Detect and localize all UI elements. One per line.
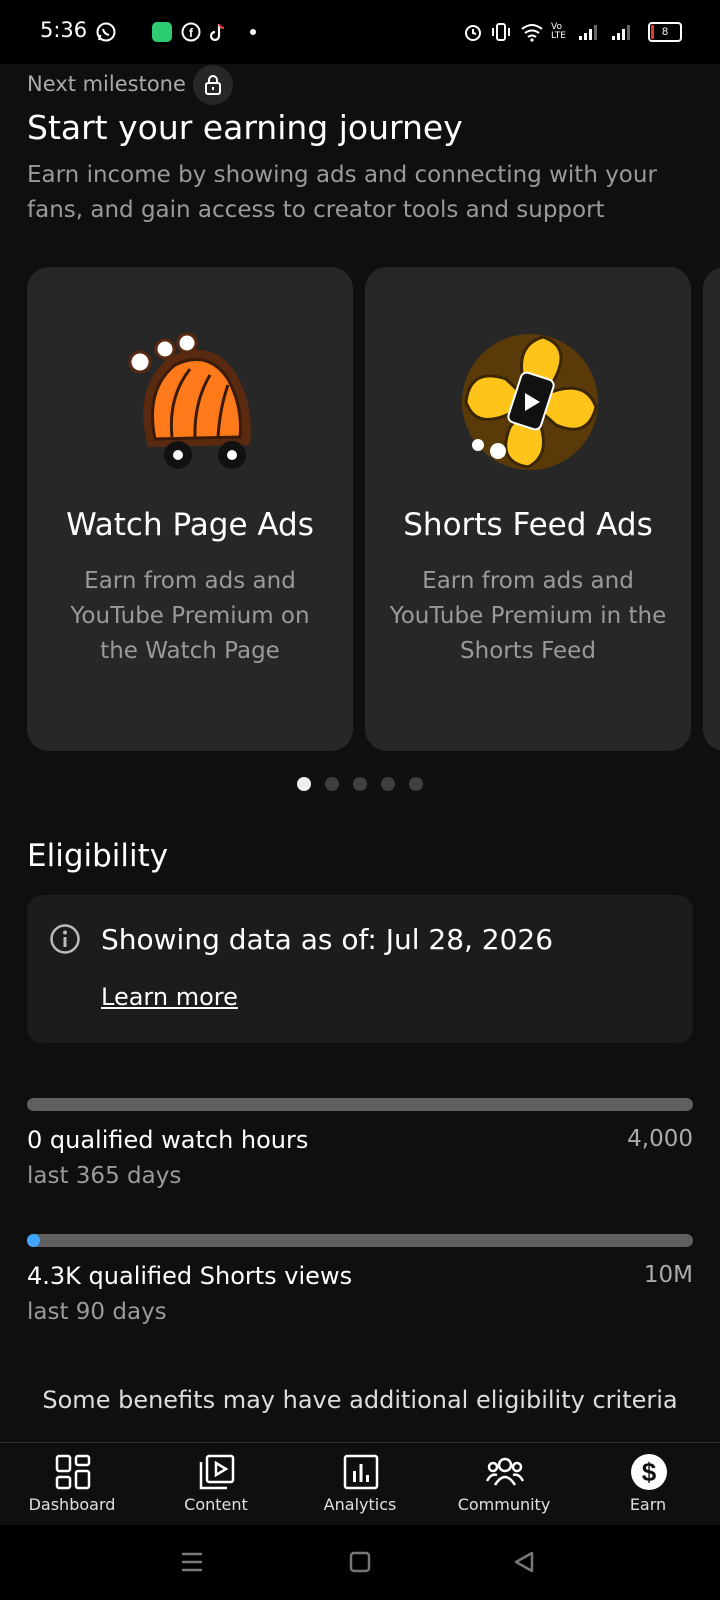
system-nav-bar (0, 1525, 720, 1600)
data-as-of-text: Showing data as of: Jul 28, 2026 (101, 923, 554, 956)
wifi-icon (520, 20, 544, 44)
analytics-icon (342, 1453, 380, 1491)
popcorn-cart-icon (110, 327, 270, 477)
battery-icon: 8 (648, 20, 682, 44)
lock-icon (193, 65, 233, 105)
shorts-views-label: 4.3K qualified Shorts views (27, 1262, 353, 1290)
card-description: Earn from ads and YouTube Premium on the… (70, 568, 310, 664)
vibrate-icon (490, 20, 512, 44)
bottom-nav: Dashboard Content Analytics Community $ … (0, 1442, 720, 1526)
milestone-description: Earn income by showing ads and connectin… (27, 162, 657, 223)
nav-content[interactable]: Content (144, 1443, 288, 1526)
card-title: Shorts Feed Ads (403, 507, 653, 543)
shorts-views-progress-bar (27, 1234, 693, 1247)
status-time: 5:36 (40, 18, 88, 42)
carousel-dot[interactable] (353, 777, 367, 791)
svg-text:$: $ (642, 1457, 657, 1487)
shorts-views-progress-fill (27, 1234, 40, 1247)
carousel-dot[interactable] (325, 777, 339, 791)
svg-text:f: f (189, 26, 194, 40)
tiktok-icon (210, 20, 228, 44)
card-title: Watch Page Ads (66, 507, 314, 543)
facebook-icon: f (181, 20, 201, 44)
watch-hours-label: 0 qualified watch hours (27, 1126, 309, 1154)
eligibility-title: Eligibility (27, 838, 169, 874)
nav-label: Dashboard (28, 1495, 116, 1514)
nav-analytics[interactable]: Analytics (288, 1443, 432, 1526)
shorts-feed-ads-card[interactable]: Shorts Feed Ads Earn from ads and YouTub… (365, 267, 691, 751)
alarm-icon (463, 20, 483, 44)
signal-icon (578, 20, 600, 44)
eligibility-note: Some benefits may have additional eligib… (42, 1386, 678, 1414)
watch-hours-period: last 365 days (27, 1163, 182, 1189)
nav-label: Earn (629, 1495, 667, 1514)
shorts-pinwheel-icon (448, 327, 608, 477)
home-icon[interactable] (349, 1551, 371, 1577)
content-icon (198, 1453, 236, 1491)
volte-indicator: Vo LTE (551, 22, 566, 41)
watch-page-ads-card[interactable]: Watch Page Ads Earn from ads and YouTube… (27, 267, 353, 751)
info-icon (49, 923, 81, 955)
data-info-box: Showing data as of: Jul 28, 2026 Learn m… (27, 895, 693, 1043)
app-notification-icon (152, 20, 172, 44)
watch-hours-progress-bar (27, 1098, 693, 1111)
next-card-peek[interactable] (703, 267, 720, 751)
back-icon[interactable] (512, 1550, 536, 1578)
earn-dollar-icon: $ (630, 1453, 668, 1491)
menu-icon[interactable] (180, 1551, 204, 1577)
dashboard-icon (54, 1453, 92, 1491)
earn-content[interactable]: Next milestone Start your earning journe… (0, 64, 720, 1442)
nav-earn[interactable]: $ Earn (576, 1443, 720, 1526)
carousel-dot[interactable] (297, 777, 311, 791)
learn-more-link[interactable]: Learn more (101, 983, 238, 1011)
carousel-dot[interactable] (409, 777, 423, 791)
milestone-label: Next milestone (27, 72, 186, 96)
battery-level: 8 (661, 26, 669, 38)
status-bar: 5:36 f Vo LTE 8 (0, 0, 720, 64)
nav-community[interactable]: Community (432, 1443, 576, 1526)
community-icon (485, 1453, 525, 1491)
signal-icon-2 (611, 20, 633, 44)
nav-dashboard[interactable]: Dashboard (0, 1443, 144, 1526)
shorts-views-target: 10M (643, 1262, 693, 1288)
card-description: Earn from ads and YouTube Premium in the… (389, 568, 667, 664)
more-notifications-dot (250, 20, 256, 44)
watch-hours-target: 4,000 (627, 1126, 693, 1152)
carousel-dot[interactable] (381, 777, 395, 791)
nav-label: Analytics (323, 1495, 397, 1514)
shorts-views-period: last 90 days (27, 1299, 167, 1325)
nav-label: Content (184, 1495, 248, 1514)
whatsapp-icon (95, 20, 117, 44)
milestone-headline: Start your earning journey (27, 108, 463, 147)
nav-label: Community (457, 1495, 551, 1514)
